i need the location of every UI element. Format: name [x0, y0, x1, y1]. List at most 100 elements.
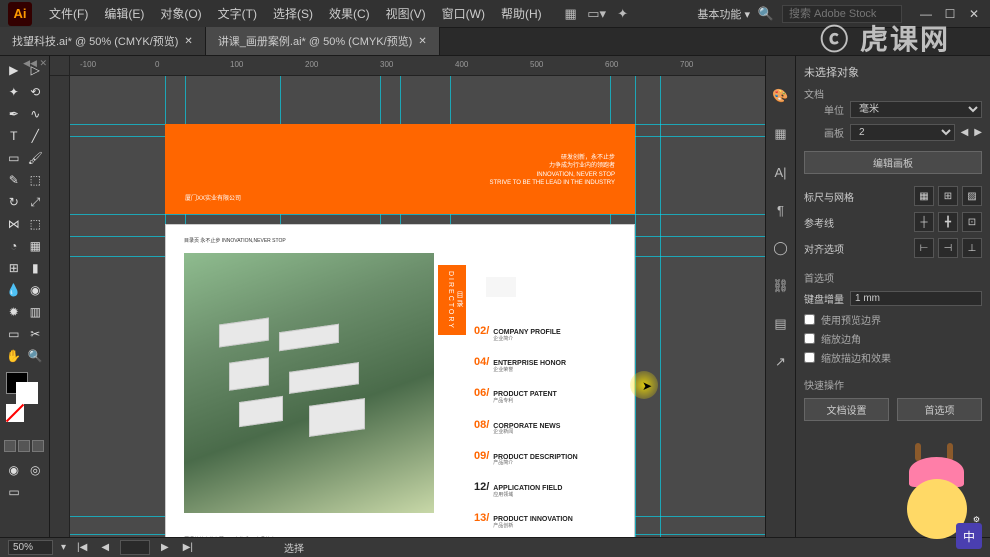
snap-pixel-icon[interactable]: ⊢: [914, 238, 934, 258]
magic-wand-tool[interactable]: ✦: [4, 82, 24, 102]
free-transform-tool[interactable]: ⬚: [26, 214, 46, 234]
canvas-area[interactable]: -1000100200300400500600700 厦门XX实业有限公司 研发…: [50, 56, 765, 537]
close-button[interactable]: ✕: [966, 6, 982, 22]
shaper-tool[interactable]: ✎: [4, 170, 24, 190]
smart-guides-icon[interactable]: ╋: [938, 212, 958, 232]
type-tool[interactable]: T: [4, 126, 24, 146]
curvature-tool[interactable]: ∿: [26, 104, 46, 124]
screen-mode[interactable]: ▭: [4, 482, 24, 502]
symbol-tool[interactable]: ✹: [4, 302, 24, 322]
arrange-icon[interactable]: ▭▾: [589, 6, 605, 22]
perspective-tool[interactable]: ▦: [26, 236, 46, 256]
paintbrush-tool[interactable]: 🖌: [26, 148, 46, 168]
color-swatches[interactable]: [4, 372, 45, 412]
document-setup-button[interactable]: 文档设置: [804, 398, 889, 421]
snap-grid-icon[interactable]: ⊥: [962, 238, 982, 258]
stroke-swatch[interactable]: [16, 382, 38, 404]
gradient-mode-btn[interactable]: [18, 440, 30, 452]
next-artboard-nav-icon[interactable]: ▶: [158, 542, 172, 553]
zoom-dropdown-icon[interactable]: ▾: [61, 542, 66, 553]
preview-bounds-checkbox[interactable]: 使用预览边界: [804, 312, 982, 327]
prev-artboard-nav-icon[interactable]: ◀: [98, 542, 112, 553]
slice-tool[interactable]: ✂: [26, 324, 46, 344]
menu-view[interactable]: 视图(V): [379, 1, 433, 26]
hand-tool[interactable]: ✋: [4, 346, 24, 366]
grid-icon[interactable]: ⊞: [938, 186, 958, 206]
blend-tool[interactable]: ◉: [26, 280, 46, 300]
vertical-ruler[interactable]: [50, 76, 70, 537]
tab-doc-2[interactable]: 讲课_画册案例.ai* @ 50% (CMYK/预览)✕: [206, 27, 440, 55]
prev-artboard-icon[interactable]: ◀: [961, 127, 969, 138]
minimize-button[interactable]: —: [918, 6, 934, 22]
artboard-tool[interactable]: ▭: [4, 324, 24, 344]
appearance-panel-icon[interactable]: ◯: [771, 238, 791, 258]
selection-tool[interactable]: ▶: [4, 60, 24, 80]
layers-panel-icon[interactable]: ▤: [771, 314, 791, 334]
tab-close-icon[interactable]: ✕: [184, 36, 192, 47]
artboard-banner[interactable]: 厦门XX实业有限公司 研发创新，永不止步 力争成为行业内的领跑者 INNOVAT…: [165, 124, 635, 214]
width-tool[interactable]: ⋈: [4, 214, 24, 234]
scale-strokes-checkbox[interactable]: 缩放描边和效果: [804, 350, 982, 365]
scale-corners-checkbox[interactable]: 缩放边角: [804, 331, 982, 346]
unit-select[interactable]: 毫米: [850, 101, 982, 118]
color-panel-icon[interactable]: 🎨: [771, 86, 791, 106]
eyedropper-tool[interactable]: 💧: [4, 280, 24, 300]
search-input[interactable]: [782, 5, 902, 23]
ime-indicator[interactable]: ⚙中: [956, 523, 982, 549]
rectangle-tool[interactable]: ▭: [4, 148, 24, 168]
rotate-tool[interactable]: ↻: [4, 192, 24, 212]
eraser-tool[interactable]: ⬚: [26, 170, 46, 190]
tab-close-icon[interactable]: ✕: [418, 36, 426, 47]
character-panel-icon[interactable]: A|: [771, 162, 791, 182]
menu-type[interactable]: 文字(T): [211, 1, 264, 26]
lasso-tool[interactable]: ⟲: [26, 82, 46, 102]
guides-toggle-icon[interactable]: ┼: [914, 212, 934, 232]
mesh-tool[interactable]: ⊞: [4, 258, 24, 278]
workspace-selector[interactable]: 基本功能 ▾: [697, 6, 750, 22]
artboard-brochure[interactable]: 目录页 永不止步 INNOVATION,NEVER STOP 目录 DIRECT…: [165, 224, 635, 537]
maximize-button[interactable]: ☐: [942, 6, 958, 22]
preferences-button[interactable]: 首选项: [897, 398, 982, 421]
draw-mode-behind[interactable]: ◎: [26, 460, 46, 480]
none-swatch[interactable]: [6, 404, 24, 422]
gradient-tool[interactable]: ▮: [26, 258, 46, 278]
menu-select[interactable]: 选择(S): [266, 1, 320, 26]
menu-help[interactable]: 帮助(H): [494, 1, 549, 26]
ruler-origin[interactable]: [50, 56, 70, 76]
ruler-icon[interactable]: ▦: [914, 186, 934, 206]
snap-point-icon[interactable]: ⊣: [938, 238, 958, 258]
toolbox-collapse-icon[interactable]: ◀◀ ✕: [23, 58, 47, 69]
line-tool[interactable]: ╱: [26, 126, 46, 146]
menu-file[interactable]: 文件(F): [42, 1, 95, 26]
edit-artboard-button[interactable]: 编辑画板: [804, 151, 982, 174]
menu-edit[interactable]: 编辑(E): [97, 1, 151, 26]
bridge-icon[interactable]: ▦: [563, 6, 579, 22]
transparency-grid-icon[interactable]: ▨: [962, 186, 982, 206]
zoom-input[interactable]: [8, 540, 53, 555]
asset-export-icon[interactable]: ↗: [771, 352, 791, 372]
links-panel-icon[interactable]: ⛓: [771, 276, 791, 296]
next-artboard-icon[interactable]: ▶: [974, 127, 982, 138]
search-icon[interactable]: 🔍: [758, 6, 774, 22]
snap-icon[interactable]: ⊡: [962, 212, 982, 232]
pen-tool[interactable]: ✒: [4, 104, 24, 124]
menu-object[interactable]: 对象(O): [153, 1, 208, 26]
last-artboard-icon[interactable]: ▶|: [180, 542, 196, 553]
menu-window[interactable]: 窗口(W): [435, 1, 492, 26]
tab-doc-1[interactable]: 找望科技.ai* @ 50% (CMYK/预览)✕: [0, 27, 206, 55]
zoom-tool[interactable]: 🔍: [26, 346, 46, 366]
key-increment-input[interactable]: [850, 291, 982, 306]
graph-tool[interactable]: ▥: [26, 302, 46, 322]
shape-builder-tool[interactable]: ◔: [4, 236, 24, 256]
scale-tool[interactable]: ⤢: [26, 192, 46, 212]
swatches-panel-icon[interactable]: ▦: [771, 124, 791, 144]
color-mode-btn[interactable]: [4, 440, 16, 452]
menu-effect[interactable]: 效果(C): [322, 1, 377, 26]
artboard-nav-input[interactable]: [120, 540, 150, 555]
first-artboard-icon[interactable]: |◀: [74, 542, 90, 553]
paragraph-panel-icon[interactable]: ¶: [771, 200, 791, 220]
horizontal-ruler[interactable]: -1000100200300400500600700: [70, 56, 765, 76]
draw-mode-normal[interactable]: ◉: [4, 460, 24, 480]
gpu-icon[interactable]: ✦: [615, 6, 631, 22]
none-mode-btn[interactable]: [32, 440, 44, 452]
